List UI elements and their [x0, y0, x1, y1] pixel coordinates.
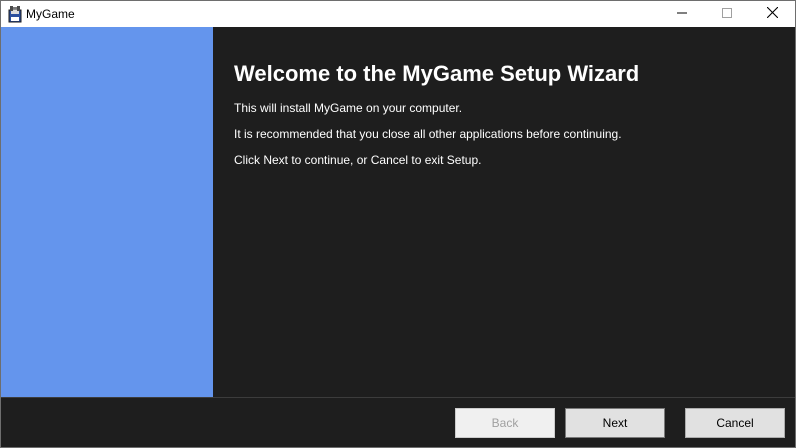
close-icon: [766, 5, 778, 23]
wizard-heading: Welcome to the MyGame Setup Wizard: [234, 61, 640, 86]
install-info-text: This will install MyGame on your compute…: [234, 101, 463, 115]
installer-floppy-icon: [7, 5, 23, 23]
cancel-button[interactable]: Cancel: [685, 408, 785, 438]
title-bar[interactable]: MyGame: [1, 1, 795, 27]
window-title: MyGame: [26, 7, 75, 21]
maximize-button[interactable]: [704, 1, 750, 27]
back-button[interactable]: Back: [455, 408, 555, 438]
setup-window: MyGame Welcome to the MyGame Setup Wizar…: [0, 0, 796, 448]
wizard-side-banner: [1, 27, 213, 397]
minimize-button[interactable]: [659, 1, 705, 27]
next-cancel-instructions-text: Click Next to continue, or Cancel to exi…: [234, 153, 482, 167]
close-apps-recommendation-text: It is recommended that you close all oth…: [234, 127, 622, 141]
wizard-footer: Back Next Cancel: [1, 398, 795, 447]
wizard-content: Welcome to the MyGame Setup Wizard This …: [213, 27, 795, 397]
maximize-icon: [722, 5, 732, 23]
minimize-icon: [677, 5, 687, 23]
close-button[interactable]: [749, 1, 795, 27]
next-button[interactable]: Next: [565, 408, 665, 438]
